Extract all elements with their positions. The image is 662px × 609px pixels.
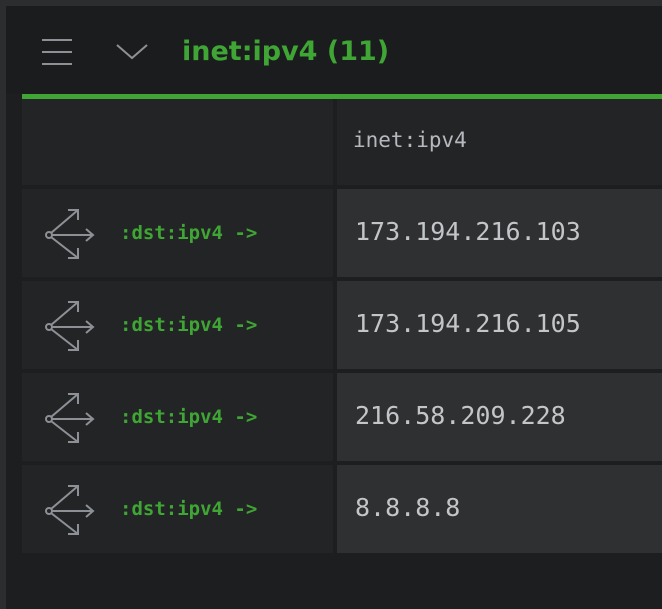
column-header-label: inet:ipv4 bbox=[353, 128, 467, 152]
panel-header: inet:ipv4 (11) bbox=[6, 6, 662, 94]
ipv4-value: 8.8.8.8 bbox=[355, 493, 461, 522]
pivot-icon bbox=[45, 393, 95, 443]
ipv4-value: 173.194.216.103 bbox=[355, 217, 581, 246]
pivot-icon bbox=[45, 485, 95, 535]
pivot-link[interactable]: :dst:ipv4 -> bbox=[120, 402, 257, 432]
query-results-panel: inet:ipv4 (11) inet:ipv4 :dst:ipv4 -> 17… bbox=[6, 6, 662, 609]
chevron-down-icon[interactable] bbox=[114, 42, 150, 62]
pivot-cell[interactable]: :dst:ipv4 -> bbox=[22, 465, 333, 553]
pivot-link[interactable]: :dst:ipv4 -> bbox=[120, 310, 257, 340]
pivot-cell[interactable]: :dst:ipv4 -> bbox=[22, 189, 333, 277]
ipv4-cell[interactable]: 8.8.8.8 bbox=[337, 465, 662, 553]
pivot-link[interactable]: :dst:ipv4 -> bbox=[120, 494, 257, 524]
panel-title: inet:ipv4 (11) bbox=[182, 36, 390, 67]
pivot-link[interactable]: :dst:ipv4 -> bbox=[120, 218, 257, 248]
ipv4-cell[interactable]: 173.194.216.105 bbox=[337, 281, 662, 369]
pivot-cell[interactable]: :dst:ipv4 -> bbox=[22, 373, 333, 461]
hamburger-menu-icon[interactable] bbox=[42, 37, 72, 67]
pivot-icon bbox=[45, 301, 95, 351]
column-header-inet-ipv4[interactable]: inet:ipv4 bbox=[337, 99, 662, 185]
ipv4-cell[interactable]: 216.58.209.228 bbox=[337, 373, 662, 461]
pivot-icon bbox=[45, 209, 95, 259]
table-row[interactable]: :dst:ipv4 -> 173.194.216.103 bbox=[22, 189, 662, 277]
ipv4-value: 216.58.209.228 bbox=[355, 401, 566, 430]
column-header-pivot bbox=[22, 99, 333, 185]
table-row[interactable]: :dst:ipv4 -> 216.58.209.228 bbox=[22, 373, 662, 461]
table-row[interactable]: :dst:ipv4 -> 173.194.216.105 bbox=[22, 281, 662, 369]
ipv4-value: 173.194.216.105 bbox=[355, 309, 581, 338]
table-row[interactable]: :dst:ipv4 -> 8.8.8.8 bbox=[22, 465, 662, 553]
ipv4-cell[interactable]: 173.194.216.103 bbox=[337, 189, 662, 277]
pivot-cell[interactable]: :dst:ipv4 -> bbox=[22, 281, 333, 369]
